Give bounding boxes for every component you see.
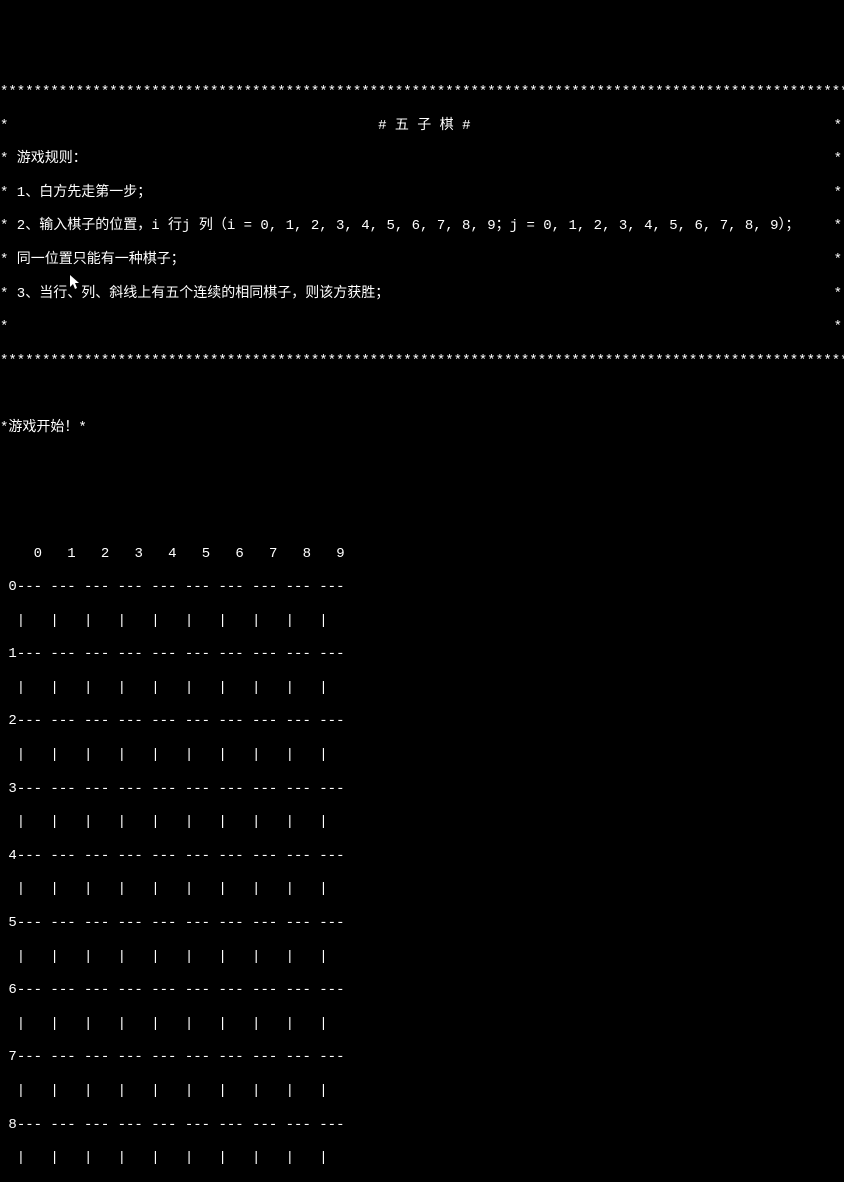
star-left: * — [0, 118, 8, 134]
board-vline: | | | | | | | | | | — [0, 613, 844, 630]
title-row: * # 五 子 棋 # * — [0, 118, 844, 135]
board-row-3: 3--- --- --- --- --- --- --- --- --- --- — [0, 781, 844, 798]
row-label-2: 2 — [8, 713, 16, 729]
hline: --- --- --- --- --- --- --- --- --- --- — [17, 915, 345, 931]
rule-4-row: * 3、当行、列、斜线上有五个连续的相同棋子，则该方获胜；* — [0, 286, 844, 303]
hline: --- --- --- --- --- --- --- --- --- --- — [17, 1117, 345, 1133]
board-vline: | | | | | | | | | | — [0, 1016, 844, 1033]
board-row-1: 1--- --- --- --- --- --- --- --- --- --- — [0, 646, 844, 663]
border-top: ****************************************… — [0, 84, 844, 101]
column-headers: 0 1 2 3 4 5 6 7 8 9 — [0, 546, 844, 563]
row-label-1: 1 — [8, 646, 16, 662]
board-vline: | | | | | | | | | | — [0, 949, 844, 966]
rule-4: 3、当行、列、斜线上有五个连续的相同棋子，则该方获胜； — [8, 286, 389, 302]
star-right: * — [834, 252, 842, 269]
rules-heading-row: * 游戏规则：* — [0, 151, 844, 168]
star-right: * — [834, 151, 842, 168]
rule-3-row: * 同一位置只能有一种棋子；* — [0, 252, 844, 269]
board-row-6: 6--- --- --- --- --- --- --- --- --- --- — [0, 982, 844, 999]
row-label-3: 3 — [8, 781, 16, 797]
board-row-4: 4--- --- --- --- --- --- --- --- --- --- — [0, 848, 844, 865]
board-vline: | | | | | | | | | | — [0, 1083, 844, 1100]
rule-1: 1、白方先走第一步； — [8, 185, 151, 201]
star-right: * — [834, 118, 842, 135]
blank-line — [0, 386, 844, 403]
col-7: 7 — [269, 546, 277, 562]
hline: --- --- --- --- --- --- --- --- --- --- — [17, 713, 345, 729]
rule-blank-row: ** — [0, 319, 844, 336]
board-row-5: 5--- --- --- --- --- --- --- --- --- --- — [0, 915, 844, 932]
col-5: 5 — [202, 546, 210, 562]
star-right: * — [834, 218, 842, 235]
rules-heading: 游戏规则： — [8, 151, 86, 167]
blank-line — [0, 454, 844, 471]
star-right: * — [834, 319, 842, 336]
rule-2-row: * 2、输入棋子的位置，i 行j 列（i = 0, 1, 2, 3, 4, 5,… — [0, 218, 844, 235]
hline: --- --- --- --- --- --- --- --- --- --- — [17, 1049, 345, 1065]
board-vline: | | | | | | | | | | — [0, 747, 844, 764]
hline: --- --- --- --- --- --- --- --- --- --- — [17, 579, 345, 595]
board-vline: | | | | | | | | | | — [0, 1150, 844, 1167]
col-0: 0 — [34, 546, 42, 562]
board-row-0: 0--- --- --- --- --- --- --- --- --- --- — [0, 579, 844, 596]
game-title: # 五 子 棋 # — [378, 118, 470, 134]
row-label-0: 0 — [8, 579, 16, 595]
col-6: 6 — [235, 546, 243, 562]
hline: --- --- --- --- --- --- --- --- --- --- — [17, 982, 345, 998]
hline: --- --- --- --- --- --- --- --- --- --- — [17, 646, 345, 662]
rule-3: 同一位置只能有一种棋子； — [8, 252, 184, 268]
col-8: 8 — [303, 546, 311, 562]
star-left: * — [0, 319, 8, 335]
row-label-8: 8 — [8, 1117, 16, 1133]
board-vline: | | | | | | | | | | — [0, 814, 844, 831]
row-label-6: 6 — [8, 982, 16, 998]
hline: --- --- --- --- --- --- --- --- --- --- — [17, 848, 345, 864]
rule-2: 2、输入棋子的位置，i 行j 列（i = 0, 1, 2, 3, 4, 5, 6… — [8, 218, 799, 234]
row-label-4: 4 — [8, 848, 16, 864]
star-right: * — [834, 286, 842, 303]
border-bottom: ****************************************… — [0, 353, 844, 370]
row-label-5: 5 — [8, 915, 16, 931]
board-row-8: 8--- --- --- --- --- --- --- --- --- --- — [0, 1117, 844, 1134]
col-2: 2 — [101, 546, 109, 562]
blank-line — [0, 487, 844, 504]
col-9: 9 — [336, 546, 344, 562]
terminal-output: ****************************************… — [0, 67, 844, 1182]
board-row-7: 7--- --- --- --- --- --- --- --- --- --- — [0, 1049, 844, 1066]
board-vline: | | | | | | | | | | — [0, 881, 844, 898]
row-label-7: 7 — [8, 1049, 16, 1065]
col-4: 4 — [168, 546, 176, 562]
col-3: 3 — [134, 546, 142, 562]
game-start: *游戏开始！* — [0, 420, 844, 437]
board-vline: | | | | | | | | | | — [0, 680, 844, 697]
col-1: 1 — [67, 546, 75, 562]
rule-1-row: * 1、白方先走第一步；* — [0, 185, 844, 202]
game-board: 0 1 2 3 4 5 6 7 8 9 0--- --- --- --- ---… — [0, 529, 844, 1182]
hline: --- --- --- --- --- --- --- --- --- --- — [17, 781, 345, 797]
star-right: * — [834, 185, 842, 202]
board-row-2: 2--- --- --- --- --- --- --- --- --- --- — [0, 713, 844, 730]
